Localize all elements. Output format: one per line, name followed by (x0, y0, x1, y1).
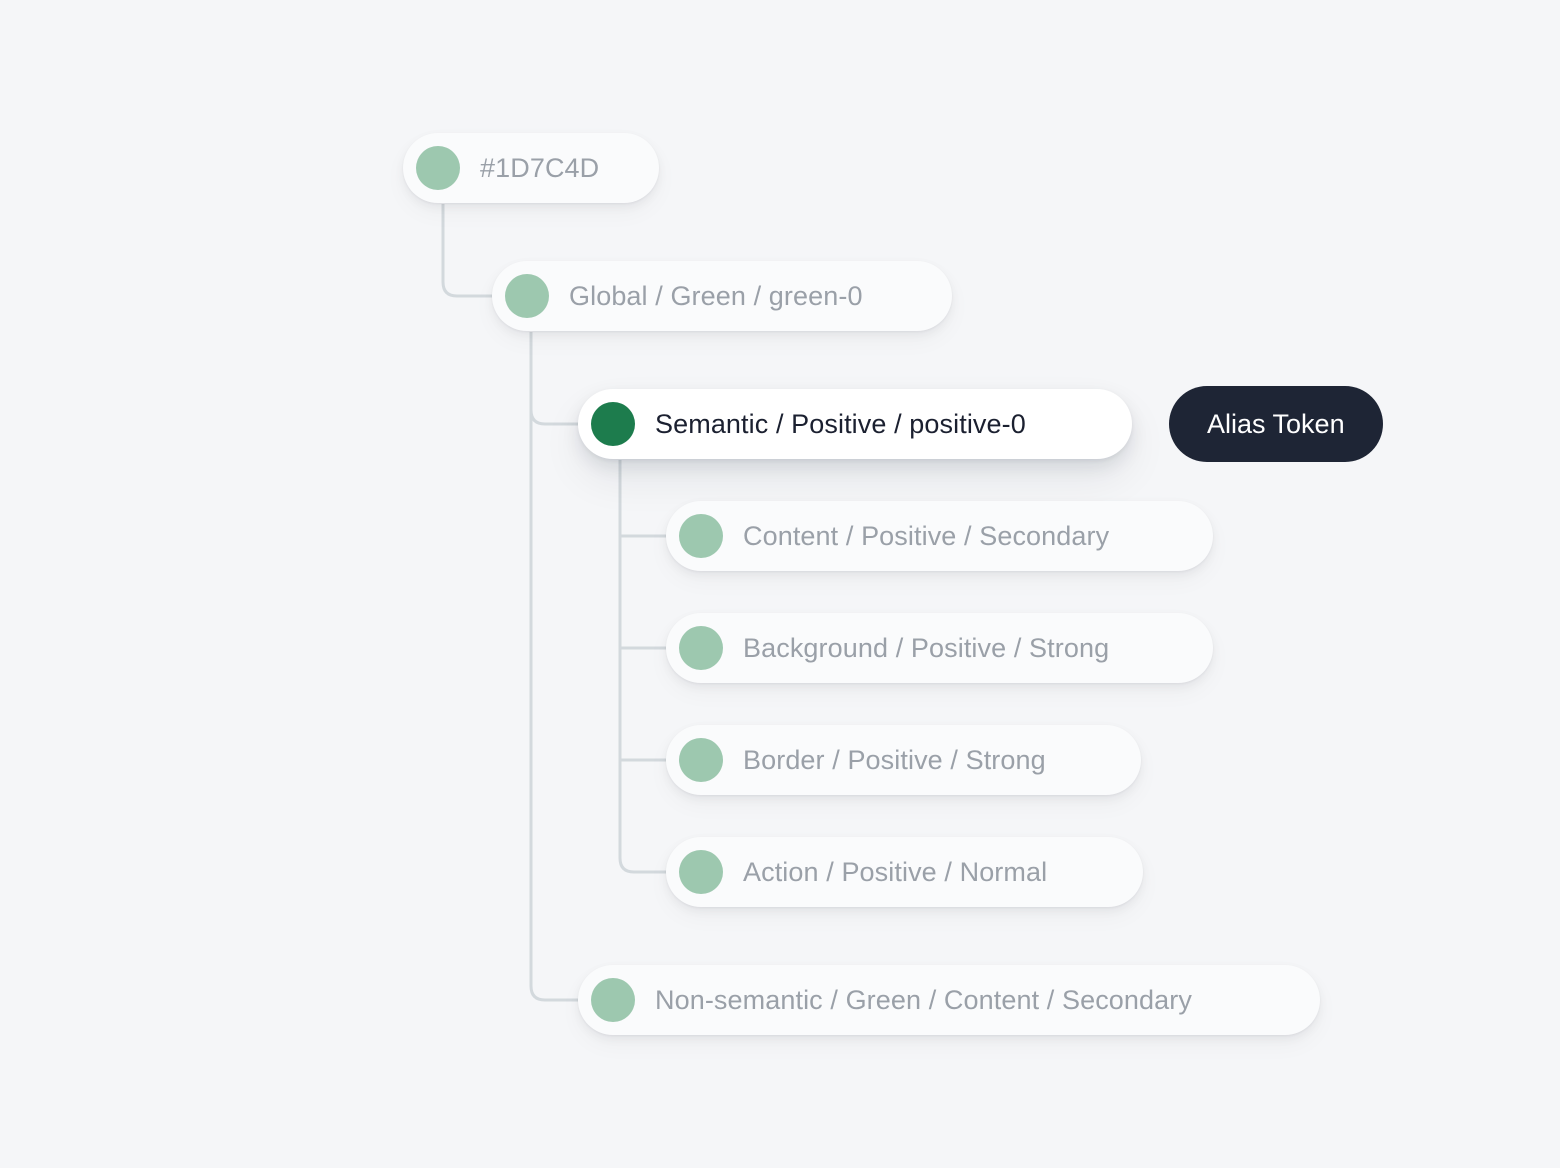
node-label: Action / Positive / Normal (743, 856, 1048, 887)
node-label: Semantic / Positive / positive-0 (655, 408, 1026, 439)
node-label: Content / Positive / Secondary (743, 520, 1110, 551)
token-tree-canvas: #1D7C4D Global / Green / green-0 Semanti… (0, 0, 1560, 1168)
node-content-positive-secondary[interactable]: Content / Positive / Secondary (666, 501, 1213, 571)
node-non-semantic-green-content-secondary[interactable]: Non-semantic / Green / Content / Seconda… (578, 965, 1320, 1035)
color-swatch-icon (505, 274, 549, 318)
node-label: Background / Positive / Strong (743, 632, 1110, 663)
color-swatch-icon (679, 850, 723, 894)
node-background-positive-strong[interactable]: Background / Positive / Strong (666, 613, 1213, 683)
node-label: Non-semantic / Green / Content / Seconda… (655, 984, 1192, 1015)
alias-token-badge: Alias Token (1169, 386, 1383, 462)
node-action-positive-normal[interactable]: Action / Positive / Normal (666, 837, 1143, 907)
color-swatch-icon (591, 402, 635, 446)
node-semantic-positive-0[interactable]: Semantic / Positive / positive-0 (578, 389, 1132, 459)
node-label: Border / Positive / Strong (743, 744, 1046, 775)
node-global-green-0[interactable]: Global / Green / green-0 (492, 261, 952, 331)
color-swatch-icon (679, 626, 723, 670)
color-swatch-icon (591, 978, 635, 1022)
color-swatch-icon (679, 514, 723, 558)
color-swatch-icon (679, 738, 723, 782)
node-root-hex[interactable]: #1D7C4D (403, 133, 659, 203)
alias-token-badge-label: Alias Token (1207, 408, 1345, 439)
node-label: Global / Green / green-0 (569, 280, 863, 311)
node-label: #1D7C4D (480, 152, 600, 183)
node-border-positive-strong[interactable]: Border / Positive / Strong (666, 725, 1141, 795)
color-swatch-icon (416, 146, 460, 190)
